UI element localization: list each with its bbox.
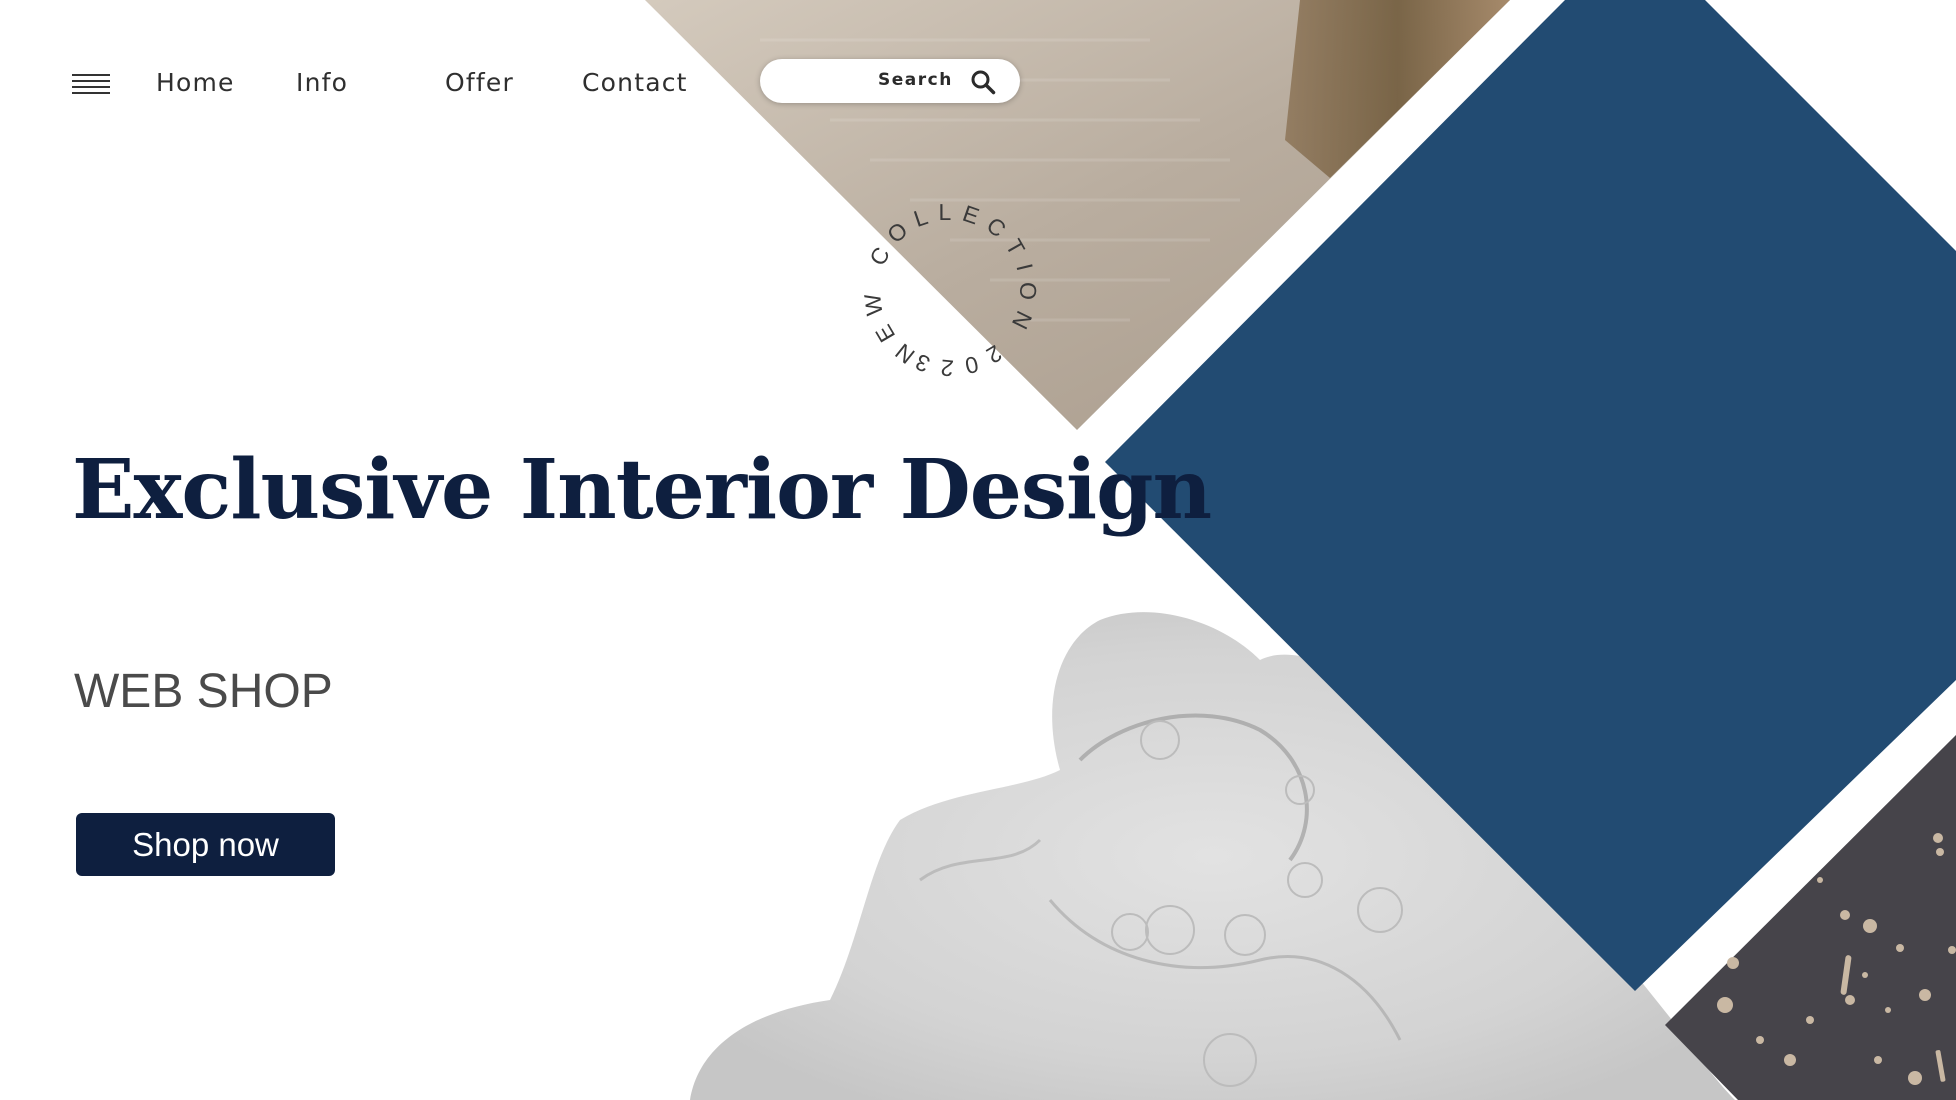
svg-text:NEW COLLECTION 2023.: NEW COLLECTION 2023. [840,180,1060,400]
top-navigation: Home Info Offer Contact Search [0,0,1956,170]
search-bar[interactable]: Search [760,59,1020,103]
landing-page: Home Info Offer Contact Search NEW COLLE… [0,0,1956,1100]
nav-link-home[interactable]: Home [156,68,235,97]
search-label: Search [878,70,953,90]
nav-link-offer[interactable]: Offer [445,68,514,97]
shop-now-button[interactable]: Shop now [76,813,335,876]
hero-title: Exclusive Interior Design [72,442,1212,538]
nav-link-contact[interactable]: Contact [582,68,688,97]
hamburger-menu-icon[interactable] [72,74,110,96]
new-collection-badge: NEW COLLECTION 2023. [840,180,1060,400]
nav-link-info[interactable]: Info [296,68,348,97]
search-icon[interactable] [970,69,996,95]
badge-text: NEW COLLECTION 2023. [840,180,1060,400]
hero-subtitle: WEB SHOP [74,665,333,718]
